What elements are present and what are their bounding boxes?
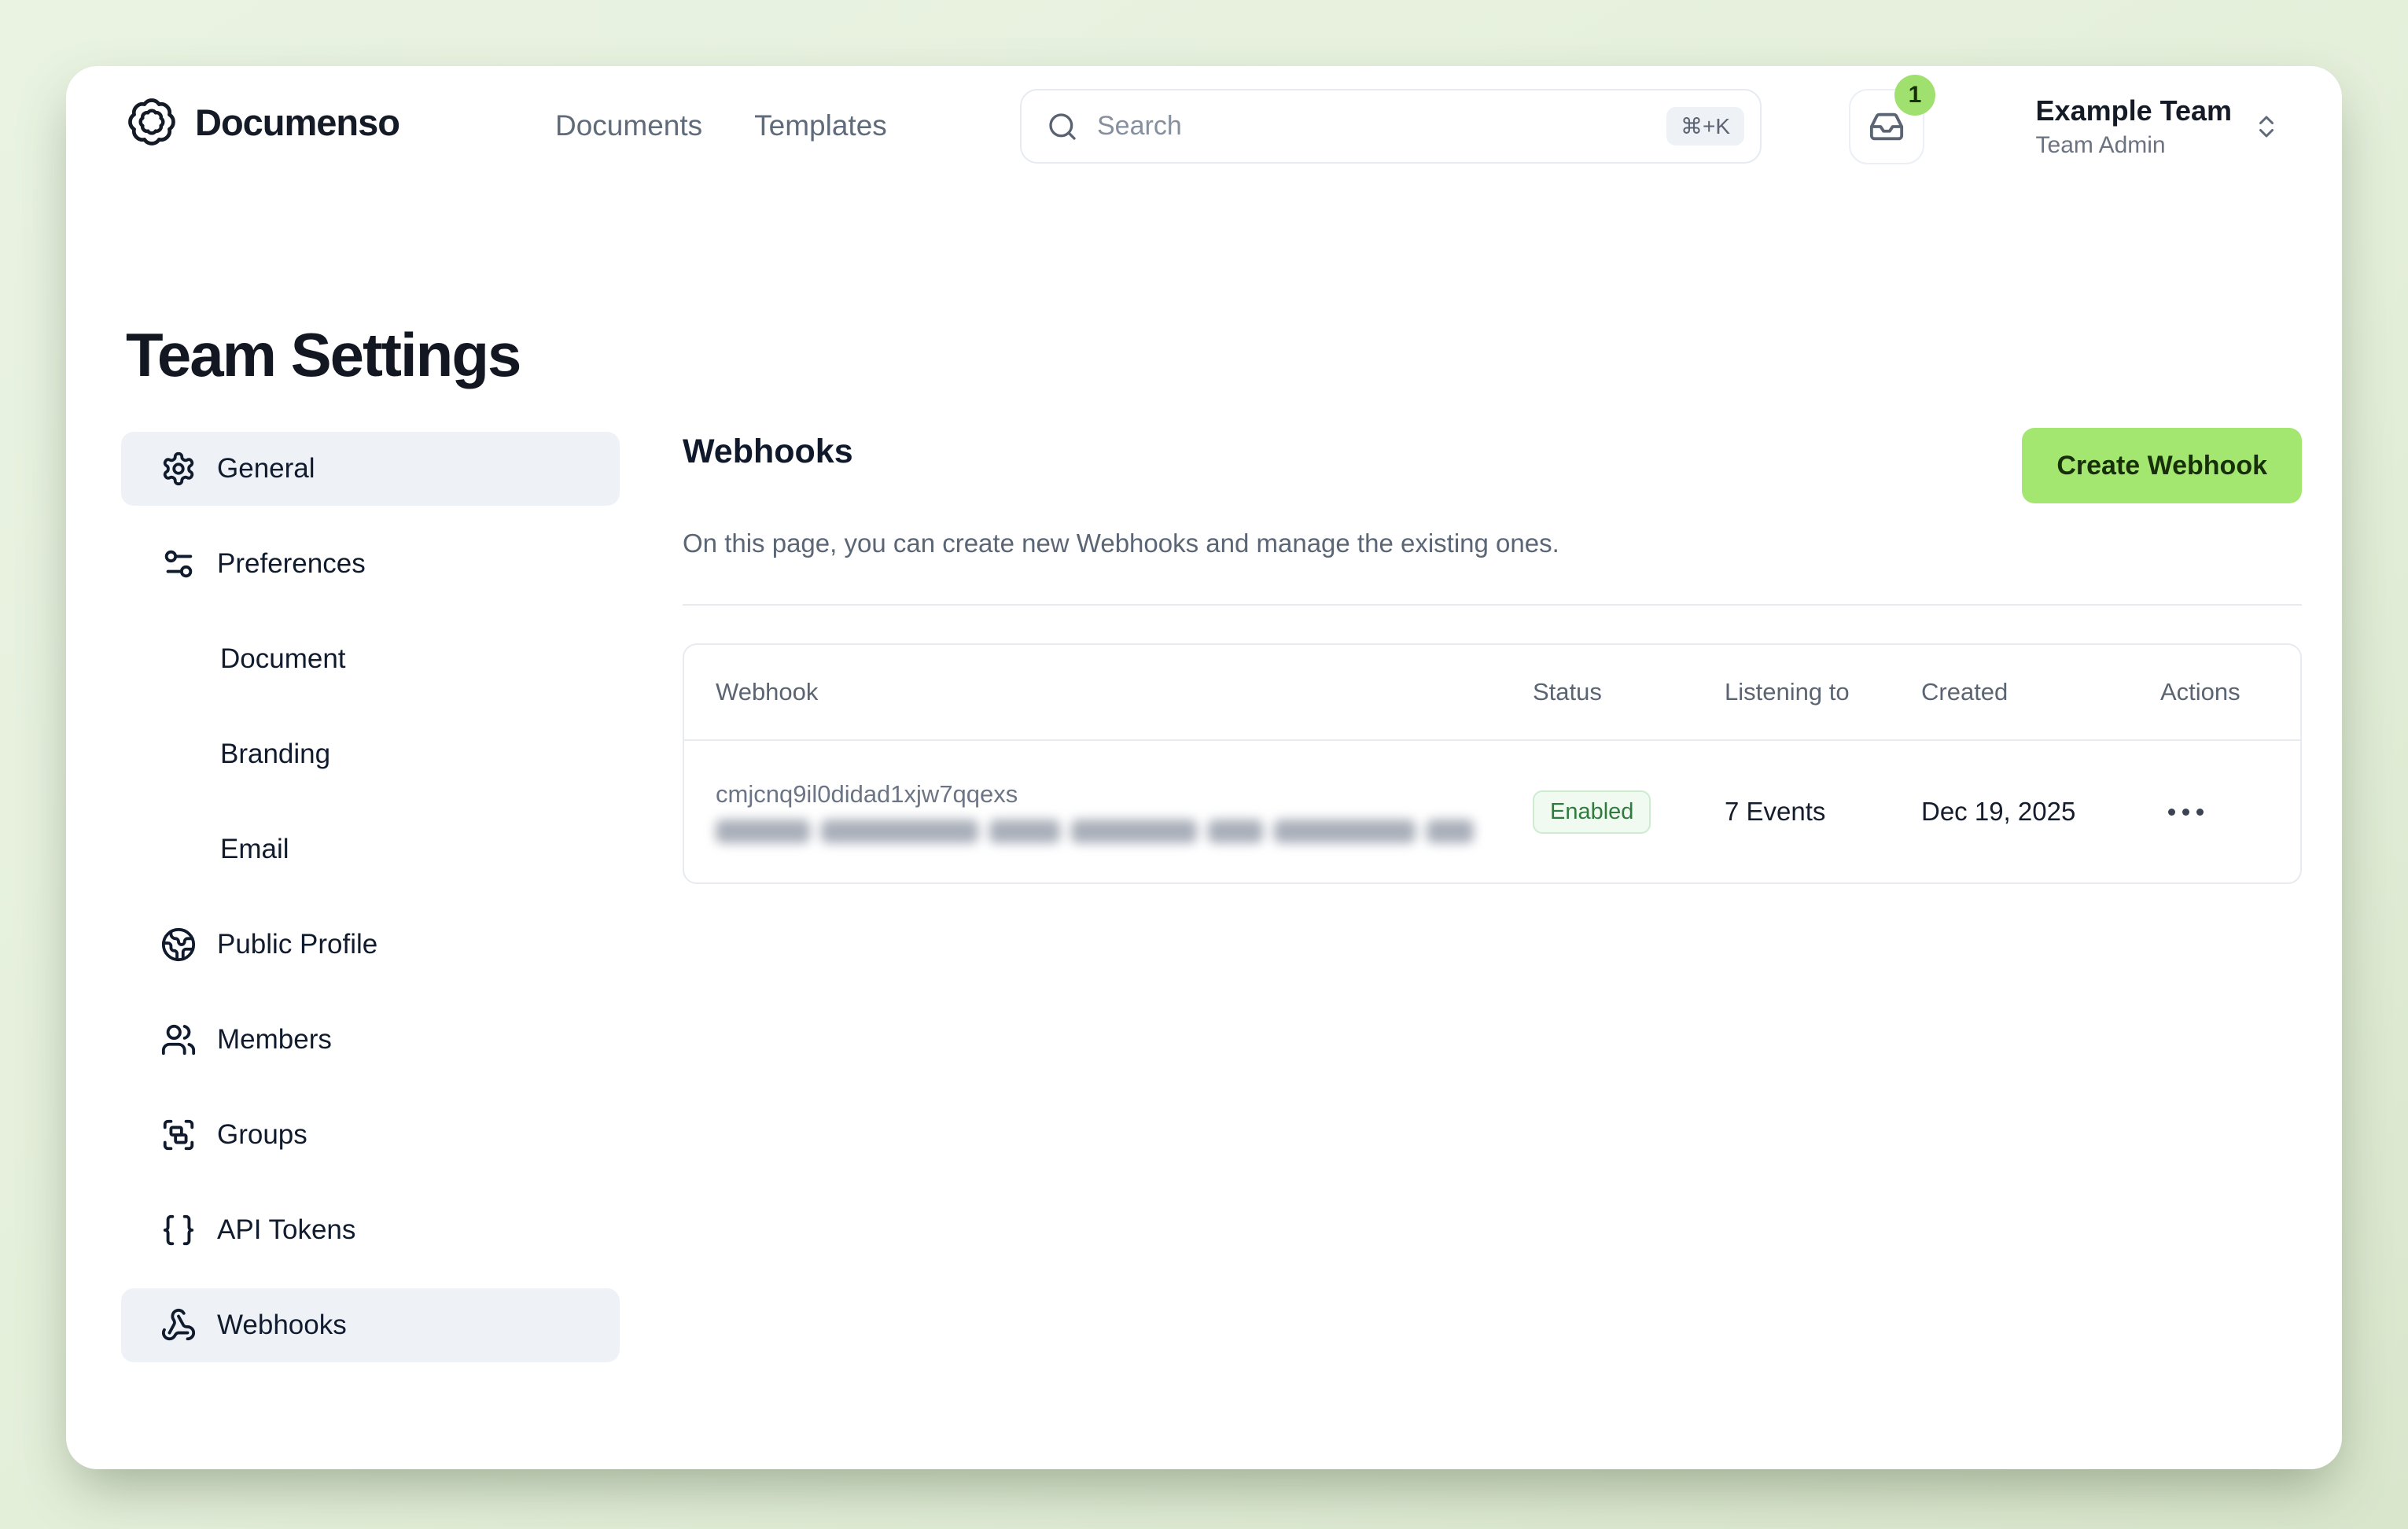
inbox-count-badge: 1 [1894,75,1935,116]
globe-icon [160,927,197,963]
webhook-actions-button[interactable] [2160,801,2211,823]
sidebar-item-members[interactable]: Members [121,1003,620,1077]
inbox-button[interactable]: 1 [1849,89,1924,164]
sidebar-item-groups[interactable]: Groups [121,1098,620,1172]
webhooks-panel: Webhooks Create Webhook On this page, yo… [683,428,2302,884]
sidebar-item-label: General [217,453,315,484]
column-header-webhook: Webhook [684,677,1501,708]
webhooks-table: Webhook Status Listening to Created Acti… [683,643,2302,884]
sidebar-item-label: Preferences [217,548,366,580]
webhook-id: cmjcnq9il0didad1xjw7qqexs [716,780,1501,809]
webhook-url-redacted [716,820,1501,843]
team-role: Team Admin [2036,132,2166,159]
status-badge: Enabled [1533,790,1651,834]
sidebar-item-label: Branding [220,739,330,770]
sidebar-item-webhooks[interactable]: Webhooks [121,1288,620,1362]
nav-documents[interactable]: Documents [555,109,702,142]
search-input[interactable] [1095,110,1649,142]
search-icon [1047,111,1078,142]
sidebar-item-document[interactable]: Document [121,622,620,696]
brand[interactable]: Documenso [126,96,399,148]
column-header-created: Created [1890,677,2129,708]
sidebar-item-general[interactable]: General [121,432,620,506]
nav-templates[interactable]: Templates [754,109,887,142]
sliders-icon [160,546,197,582]
create-webhook-button[interactable]: Create Webhook [2022,428,2302,503]
search-shortcut-badge: ⌘+K [1666,107,1744,146]
braces-icon [160,1212,197,1248]
sidebar-item-email[interactable]: Email [121,812,620,886]
gear-icon [160,451,197,487]
table-row: cmjcnq9il0didad1xjw7qqexs Enabled 7 Even… [684,741,2300,882]
chevrons-up-down-icon [2252,112,2281,141]
sidebar-item-label: Document [220,643,346,675]
divider [683,604,2302,606]
sidebar-item-label: Email [220,834,289,865]
sidebar-item-branding[interactable]: Branding [121,717,620,791]
section-description: On this page, you can create new Webhook… [683,529,2302,558]
app-window: Documenso Documents Templates ⌘+K 1 Exam… [66,66,2342,1469]
sidebar-item-public-profile[interactable]: Public Profile [121,908,620,982]
documenso-logo-icon [126,96,178,148]
sidebar-item-label: API Tokens [217,1214,355,1246]
column-header-status: Status [1501,677,1693,708]
created-value: Dec 19, 2025 [1890,797,2129,827]
search-bar[interactable]: ⌘+K [1020,89,1762,164]
listening-to-value: 7 Events [1693,797,1890,827]
column-header-actions: Actions [2129,677,2300,708]
sidebar-item-label: Members [217,1024,332,1056]
sidebar-item-label: Public Profile [217,929,377,960]
sidebar-item-label: Webhooks [217,1310,347,1341]
sidebar-item-label: Groups [217,1119,307,1151]
group-icon [160,1117,197,1153]
primary-nav: Documents Templates [555,66,887,186]
users-icon [160,1022,197,1058]
header: Documenso Documents Templates ⌘+K 1 Exam… [66,66,2342,255]
brand-name: Documenso [195,101,399,144]
column-header-listening-to: Listening to [1693,677,1858,708]
sidebar-item-preferences[interactable]: Preferences [121,527,620,601]
inbox-icon [1869,109,1905,145]
settings-sidebar: General Preferences Document Branding Em… [121,432,620,1362]
team-switcher[interactable]: Example Team Team Admin [2036,94,2281,159]
webhook-icon [160,1307,197,1343]
team-name: Example Team [2036,94,2232,127]
table-header-row: Webhook Status Listening to Created Acti… [684,645,2300,741]
section-title: Webhooks [683,433,853,471]
sidebar-item-api-tokens[interactable]: API Tokens [121,1193,620,1267]
page-title: Team Settings [126,319,520,391]
